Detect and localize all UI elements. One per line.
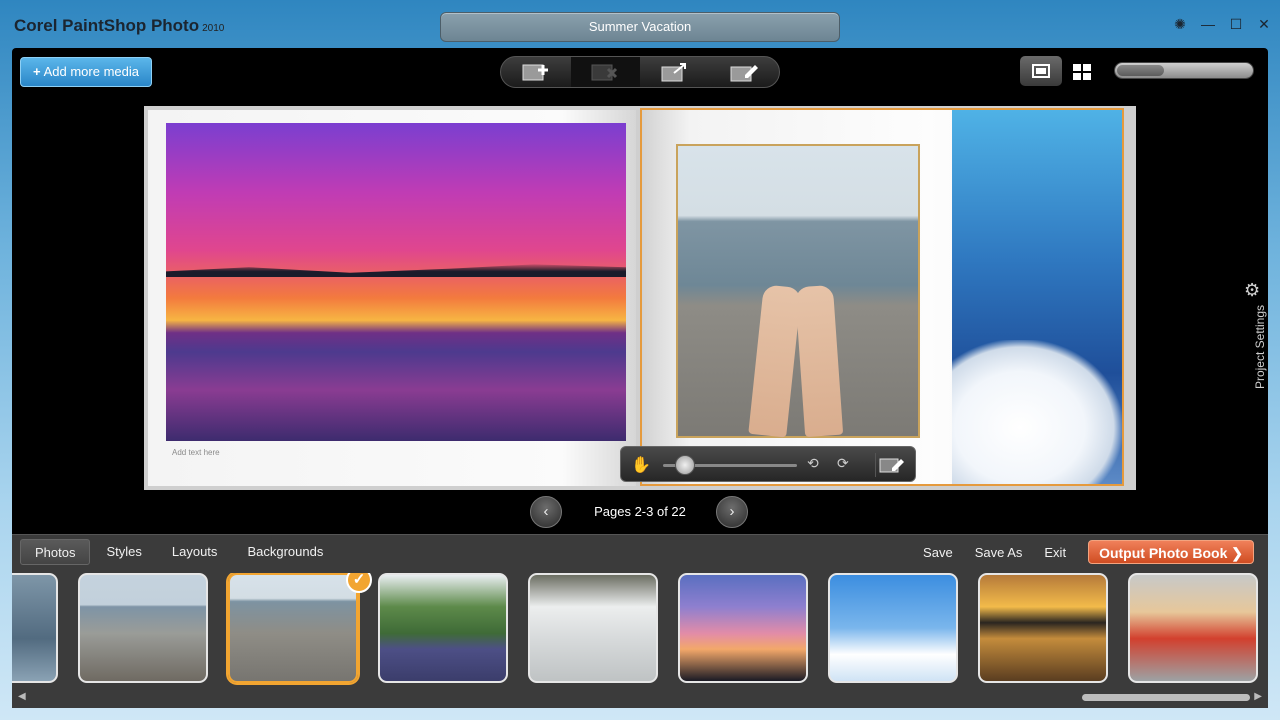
project-settings-panel[interactable]: ⚙ Project Settings bbox=[1244, 280, 1268, 400]
thumbnail-strip: ✓ bbox=[12, 573, 1268, 685]
minimize-button[interactable]: — bbox=[1200, 16, 1216, 32]
page-tools bbox=[500, 56, 780, 88]
thumbnail-beach-people[interactable] bbox=[78, 573, 208, 683]
edit-photo-button[interactable] bbox=[875, 453, 907, 477]
photo-zoom-knob[interactable] bbox=[675, 455, 695, 475]
left-leg bbox=[748, 284, 802, 438]
photo-sky-clouds[interactable] bbox=[952, 110, 1122, 484]
scrollbar-thumb[interactable] bbox=[1082, 694, 1250, 701]
left-page[interactable]: Add text here bbox=[148, 110, 636, 486]
tab-photos[interactable]: Photos bbox=[20, 539, 91, 565]
zoom-slider[interactable] bbox=[1114, 62, 1254, 79]
previous-page-button[interactable]: ‹ bbox=[530, 496, 562, 528]
grid-view-button[interactable] bbox=[1070, 60, 1094, 84]
single-view-icon bbox=[1032, 64, 1050, 78]
project-title-field[interactable]: Summer Vacation bbox=[440, 12, 840, 42]
selected-check-icon: ✓ bbox=[346, 573, 372, 593]
photo-sunset-over-water[interactable] bbox=[166, 123, 626, 441]
export-page-icon bbox=[661, 63, 686, 82]
plus-icon: + bbox=[33, 64, 41, 79]
photo-book-spread: Add text here bbox=[144, 106, 1136, 490]
right-page[interactable] bbox=[640, 108, 1124, 486]
thumbnail-child-in-boat[interactable] bbox=[1128, 573, 1258, 683]
app-title: Corel PaintShop Photo 2010 bbox=[14, 16, 224, 36]
delete-page-button[interactable] bbox=[570, 57, 640, 87]
add-media-button[interactable]: + Add more media bbox=[20, 57, 152, 87]
add-media-label: Add more media bbox=[43, 64, 139, 79]
tab-styles[interactable]: Styles bbox=[92, 539, 155, 565]
thumbnail-boat[interactable] bbox=[528, 573, 658, 683]
photo-edit-toolbar: ✋ ⟲ ⟳ bbox=[620, 446, 916, 482]
edit-page-icon bbox=[730, 65, 759, 82]
add-text-placeholder[interactable]: Add text here bbox=[172, 448, 220, 457]
single-view-button[interactable] bbox=[1020, 56, 1062, 86]
maximize-button[interactable]: ☐ bbox=[1228, 16, 1244, 32]
rotate-right-icon[interactable]: ⟳ bbox=[837, 455, 849, 472]
cloud bbox=[952, 340, 1122, 484]
page-indicator: Pages 2-3 of 22 bbox=[594, 504, 686, 519]
add-page-icon bbox=[522, 64, 548, 81]
edit-photo-icon bbox=[879, 458, 904, 473]
scroll-right-arrow-icon[interactable]: ▶ bbox=[1254, 691, 1262, 702]
thumbnail-feet-on-beach[interactable] bbox=[228, 573, 358, 683]
media-tray: Photos Styles Layouts Backgrounds Save S… bbox=[12, 534, 1268, 708]
scroll-left-arrow-icon[interactable]: ◀ bbox=[18, 691, 26, 702]
tab-layouts[interactable]: Layouts bbox=[158, 539, 232, 565]
tab-backgrounds[interactable]: Backgrounds bbox=[233, 539, 337, 565]
save-button[interactable]: Save bbox=[923, 545, 953, 560]
next-page-button[interactable]: › bbox=[716, 496, 748, 528]
thumbnail-lake-sunset[interactable] bbox=[978, 573, 1108, 683]
rotate-left-icon[interactable]: ⟲ bbox=[807, 455, 819, 472]
app-name: Corel PaintShop Photo bbox=[14, 16, 200, 35]
edit-page-button[interactable] bbox=[710, 57, 780, 87]
zoom-slider-fill bbox=[1117, 65, 1164, 76]
sparkle-icon[interactable]: ✺ bbox=[1172, 16, 1188, 32]
close-button[interactable]: ✕ bbox=[1256, 16, 1272, 32]
thumbnail-twilight-tree[interactable] bbox=[678, 573, 808, 683]
photo-feet-on-beach[interactable] bbox=[676, 144, 920, 438]
tray-tabs: Photos Styles Layouts Backgrounds bbox=[20, 539, 337, 565]
workspace: + Add more media Add text here ✋ ⟲ ⟳ ‹ P… bbox=[12, 48, 1268, 708]
delete-page-icon bbox=[591, 64, 618, 81]
export-page-button[interactable] bbox=[640, 57, 710, 87]
pan-hand-icon[interactable]: ✋ bbox=[631, 455, 651, 475]
thumbnail-swimmer[interactable] bbox=[12, 573, 58, 683]
title-bar: Corel PaintShop Photo 2010 Summer Vacatio… bbox=[0, 0, 1280, 48]
exit-button[interactable]: Exit bbox=[1044, 545, 1066, 560]
grid-view-icon bbox=[1073, 64, 1091, 80]
add-page-button[interactable] bbox=[501, 57, 571, 87]
app-version: 2010 bbox=[202, 23, 225, 34]
thumbnail-sky-clouds[interactable] bbox=[828, 573, 958, 683]
window-controls: ✺ — ☐ ✕ bbox=[1172, 16, 1272, 32]
tray-actions: Save Save As Exit Output Photo Book ❯ bbox=[923, 540, 1254, 564]
thumbnail-dinner-table[interactable] bbox=[378, 573, 508, 683]
right-leg bbox=[794, 284, 844, 438]
save-as-button[interactable]: Save As bbox=[975, 545, 1023, 560]
thumbnail-scrollbar[interactable]: ◀ ▶ bbox=[12, 691, 1268, 705]
project-settings-label[interactable]: Project Settings bbox=[1253, 297, 1267, 397]
output-photo-book-button[interactable]: Output Photo Book ❯ bbox=[1088, 540, 1254, 564]
legs-figure bbox=[742, 284, 852, 438]
shoreline bbox=[166, 264, 626, 277]
